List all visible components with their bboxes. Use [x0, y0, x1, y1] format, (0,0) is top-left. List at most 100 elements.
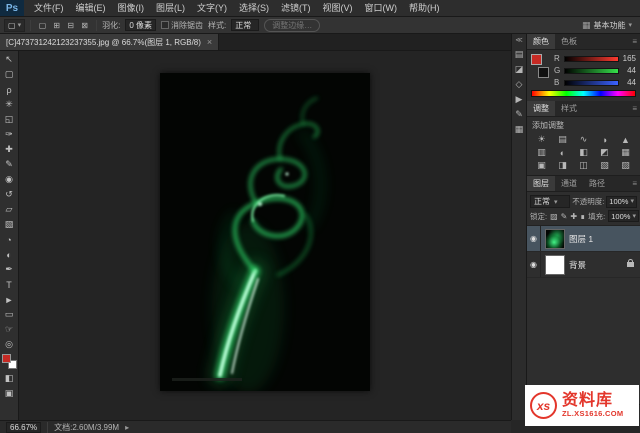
adjustment-icon[interactable]: ◨	[552, 159, 573, 172]
blend-mode-select[interactable]: 正常 ▾	[530, 195, 571, 208]
layer-row-layer1[interactable]: ◉ 图层 1	[527, 226, 640, 252]
menu-item[interactable]: 帮助(H)	[403, 0, 446, 16]
adjustment-icon[interactable]: ▦	[615, 146, 636, 159]
layer-thumbnail[interactable]	[545, 228, 565, 249]
lock-transparent-pixels-icon[interactable]: ▨	[550, 212, 558, 221]
zoom-tool[interactable]: ◎	[1, 337, 18, 352]
blue-slider[interactable]	[564, 79, 619, 86]
menu-item[interactable]: 滤镜(T)	[275, 0, 317, 16]
panel-menu-icon[interactable]: ≡	[629, 101, 640, 116]
background-color-swatch[interactable]	[538, 67, 549, 78]
adjustment-icon[interactable]: ∿	[573, 133, 594, 146]
lock-position-icon[interactable]: ✚	[570, 212, 577, 221]
character-panel-icon[interactable]: ▦	[512, 123, 526, 136]
subtract-from-selection-icon[interactable]: ⊟	[64, 19, 77, 32]
antialias-checkbox[interactable]: 消除锯齿	[160, 20, 203, 31]
layer-visibility-toggle[interactable]: ◉	[527, 226, 541, 251]
layer-name[interactable]: 背景	[569, 259, 623, 271]
screen-mode-button[interactable]: ▣	[1, 386, 18, 401]
healing-brush-tool[interactable]: ✚	[1, 142, 18, 157]
info-panel-icon[interactable]: ◇	[512, 78, 526, 91]
blue-value[interactable]: 44	[622, 78, 636, 87]
adjustment-icon[interactable]: ◐	[552, 146, 573, 159]
style-select[interactable]: 正常	[231, 19, 260, 31]
status-options-icon[interactable]: ▸	[125, 423, 129, 432]
expand-panels-icon[interactable]: ≪	[515, 36, 522, 44]
workspace-switcher[interactable]: ▦ 基本功能 ▾	[582, 20, 636, 31]
pen-tool[interactable]: ✒	[1, 262, 18, 277]
move-tool[interactable]: ↖	[1, 52, 18, 67]
adjustment-icon[interactable]: ▧	[594, 159, 615, 172]
hand-tool[interactable]: ☞	[1, 322, 18, 337]
intersect-selection-icon[interactable]: ⊠	[78, 19, 91, 32]
tab-channels[interactable]: 通道	[555, 176, 583, 191]
path-selection-tool[interactable]: ►	[1, 292, 18, 307]
menu-item[interactable]: 编辑(E)	[70, 0, 112, 16]
layer-visibility-toggle[interactable]: ◉	[527, 252, 541, 277]
marquee-tool[interactable]: ▢	[1, 67, 18, 82]
green-value[interactable]: 44	[622, 66, 636, 75]
layer-thumbnail[interactable]	[545, 254, 565, 275]
shape-tool[interactable]: ▭	[1, 307, 18, 322]
lock-image-pixels-icon[interactable]: ✎	[561, 212, 568, 221]
eyedropper-tool[interactable]: ✑	[1, 127, 18, 142]
document-tab[interactable]: [C]473731242123237355.jpg @ 66.7%(图层 1, …	[0, 34, 220, 50]
feather-input[interactable]: 0 像素	[125, 19, 156, 31]
close-tab-icon[interactable]: ×	[207, 37, 212, 47]
menu-item[interactable]: 视图(V)	[317, 0, 359, 16]
adjustment-icon[interactable]: ▥	[531, 146, 552, 159]
crop-tool[interactable]: ◱	[1, 112, 18, 127]
gradient-tool[interactable]: ▧	[1, 217, 18, 232]
adjustment-icon[interactable]: ☀	[531, 133, 552, 146]
menu-item[interactable]: 文件(F)	[28, 0, 70, 16]
menu-item[interactable]: 图层(L)	[150, 0, 191, 16]
blur-tool[interactable]: ◔	[1, 232, 18, 247]
adjustment-icon[interactable]: ▣	[531, 159, 552, 172]
brush-panel-icon[interactable]: ✎	[512, 108, 526, 121]
refine-edge-button[interactable]: 调整边缘…	[264, 18, 321, 32]
adjustment-icon[interactable]: ◫	[573, 159, 594, 172]
panel-color-swatches[interactable]	[531, 54, 549, 78]
red-value[interactable]: 165	[622, 54, 636, 63]
tool-preset-picker[interactable]: ▢ ▾	[4, 18, 26, 32]
menu-item[interactable]: 选择(S)	[233, 0, 275, 16]
menu-item[interactable]: 文字(Y)	[191, 0, 233, 16]
tab-swatches[interactable]: 色板	[555, 34, 583, 49]
green-slider[interactable]	[564, 67, 619, 74]
color-swatches[interactable]	[1, 354, 17, 369]
adjustment-icon[interactable]: ◧	[573, 146, 594, 159]
tab-adjustments[interactable]: 调整	[527, 101, 555, 116]
zoom-level-input[interactable]: 66.67%	[6, 421, 42, 433]
tab-paths[interactable]: 路径	[583, 176, 611, 191]
quick-selection-tool[interactable]: ✳	[1, 97, 18, 112]
brush-tool[interactable]: ✎	[1, 157, 18, 172]
tab-layers[interactable]: 图层	[527, 176, 555, 191]
lock-all-icon[interactable]: ∎	[580, 212, 585, 221]
adjustment-icon[interactable]: ▨	[615, 159, 636, 172]
clone-stamp-tool[interactable]: ◉	[1, 172, 18, 187]
fill-input[interactable]: 100% ▾	[608, 210, 639, 222]
properties-panel-icon[interactable]: ◪	[512, 63, 526, 76]
panel-menu-icon[interactable]: ≡	[629, 34, 640, 49]
type-tool[interactable]: T	[1, 277, 18, 292]
add-to-selection-icon[interactable]: ⊞	[50, 19, 63, 32]
actions-panel-icon[interactable]: ▶	[512, 93, 526, 106]
color-spectrum-ramp[interactable]	[531, 90, 636, 97]
dodge-tool[interactable]: ◐	[1, 247, 18, 262]
tab-color[interactable]: 颜色	[527, 34, 555, 49]
opacity-input[interactable]: 100% ▾	[606, 195, 637, 208]
lasso-tool[interactable]: ρ	[1, 82, 18, 97]
quick-mask-button[interactable]: ◧	[1, 371, 18, 386]
history-brush-tool[interactable]: ↺	[1, 187, 18, 202]
document-canvas[interactable]	[160, 73, 370, 391]
adjustment-icon[interactable]: ◩	[594, 146, 615, 159]
panel-menu-icon[interactable]: ≡	[629, 176, 640, 191]
adjustment-icon[interactable]: ▤	[552, 133, 573, 146]
layer-name[interactable]: 图层 1	[569, 233, 636, 245]
adjustment-icon[interactable]: ▲	[615, 133, 636, 146]
new-selection-icon[interactable]: ▢	[36, 19, 49, 32]
menu-item[interactable]: 窗口(W)	[359, 0, 404, 16]
adjustment-icon[interactable]: ◑	[594, 133, 615, 146]
foreground-color-swatch[interactable]	[1, 354, 11, 363]
menu-item[interactable]: 图像(I)	[112, 0, 151, 16]
